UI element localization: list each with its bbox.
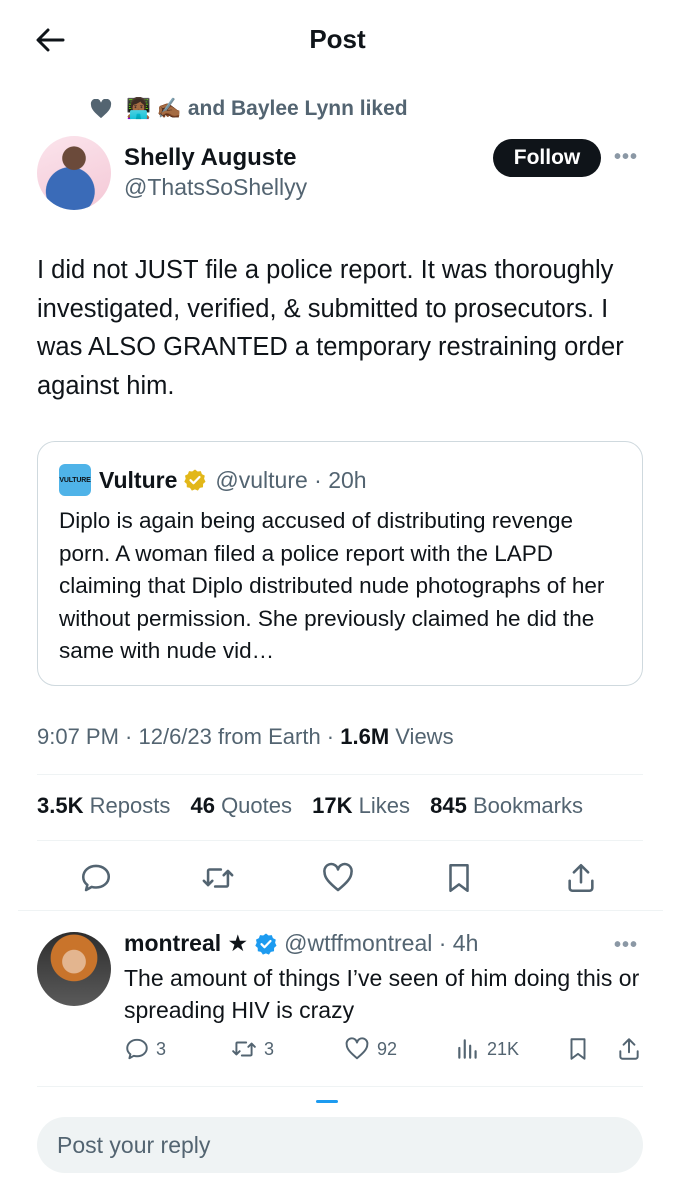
- reply-views-button[interactable]: 21K: [455, 1036, 519, 1062]
- more-options-icon[interactable]: •••: [614, 146, 638, 169]
- repost-icon: [202, 868, 234, 888]
- reply-author-handle[interactable]: @wtffmontreal · 4h: [284, 930, 478, 957]
- scroll-indicator: [316, 1100, 338, 1103]
- views-count: 21K: [487, 1038, 520, 1059]
- divider: [37, 774, 643, 775]
- technologist-emoji: 👩🏾‍💻: [126, 98, 151, 120]
- bookmark-button[interactable]: [439, 858, 479, 898]
- post-actions: [0, 858, 675, 898]
- reply-text: The amount of things I’ve seen of him do…: [124, 965, 640, 1023]
- reply-icon: [81, 864, 111, 892]
- repost-icon: [232, 1041, 256, 1057]
- reply-repost-button[interactable]: 3: [230, 1036, 274, 1062]
- author-avatar[interactable]: [37, 136, 111, 210]
- bookmark-icon: [570, 1038, 586, 1060]
- post-timestamp[interactable]: 9:07 PM · 12/6/23 from Earth ·: [37, 724, 340, 749]
- views-label: Views: [389, 724, 454, 749]
- top-bar: Post: [0, 0, 675, 80]
- social-context-text: and Baylee Lynn liked: [187, 97, 408, 120]
- quoted-author-handle: @vulture · 20h: [215, 466, 367, 493]
- divider: [18, 910, 663, 911]
- heart-icon: [90, 99, 112, 119]
- divider: [37, 840, 643, 841]
- post-stats: 3.5K Reposts 46 Quotes 17K Likes 845 Boo…: [37, 793, 597, 819]
- share-icon: [568, 863, 594, 893]
- likes-stat[interactable]: 17K Likes: [312, 793, 410, 818]
- reply-author-avatar[interactable]: [37, 932, 111, 1006]
- repost-count: 3: [264, 1038, 275, 1059]
- share-icon: [619, 1038, 639, 1060]
- page-title: Post: [309, 24, 366, 54]
- author-handle[interactable]: @ThatsSoShellyy: [124, 174, 307, 201]
- verified-gold-badge-icon: [183, 468, 207, 492]
- reply-share-button[interactable]: [616, 1036, 648, 1062]
- writing-hand-emoji: ✍🏾: [156, 98, 182, 120]
- share-button[interactable]: [561, 858, 601, 898]
- divider: [37, 1086, 643, 1087]
- like-count: 92: [377, 1038, 398, 1059]
- reply-bookmark-button[interactable]: [565, 1036, 597, 1062]
- reply-like-button[interactable]: 92: [343, 1036, 397, 1062]
- reply-actions: 3 3 92 21K: [0, 1036, 675, 1066]
- views-count: 1.6M: [340, 724, 390, 749]
- quoted-post-header: VULTURE Vulture @vulture · 20h: [59, 464, 367, 496]
- quoted-post-text: Diplo is again being accused of distribu…: [59, 508, 605, 663]
- bookmark-icon: [449, 863, 469, 893]
- reply-button[interactable]: [76, 858, 116, 898]
- reply-composer-input[interactable]: Post your reply: [37, 1117, 643, 1173]
- reply-header: montreal ★ @wtffmontreal · 4h: [124, 930, 478, 957]
- reposts-stat[interactable]: 3.5K Reposts: [37, 793, 170, 818]
- heart-outline-icon: [323, 862, 353, 892]
- repost-button[interactable]: [198, 858, 238, 898]
- like-button[interactable]: [318, 858, 358, 898]
- quoted-author-name: Vulture: [99, 466, 178, 493]
- post-meta: 9:07 PM · 12/6/23 from Earth · 1.6M View…: [37, 724, 454, 750]
- vulture-logo: VULTURE: [59, 464, 91, 496]
- reply-reply-button[interactable]: 3: [124, 1036, 166, 1062]
- author-name[interactable]: Shelly Auguste: [124, 144, 296, 172]
- reply-count: 3: [156, 1038, 167, 1059]
- reply-icon: [126, 1038, 148, 1060]
- quoted-post[interactable]: VULTURE Vulture @vulture · 20h Diplo is …: [37, 441, 643, 686]
- reply-author-name[interactable]: montreal ★: [124, 930, 248, 957]
- analytics-icon: [458, 1039, 477, 1059]
- follow-button[interactable]: Follow: [493, 139, 601, 177]
- reply-more-options-icon[interactable]: •••: [614, 934, 638, 957]
- quotes-stat[interactable]: 46 Quotes: [190, 793, 292, 818]
- social-context[interactable]: 👩🏾‍💻 ✍🏾 and Baylee Lynn liked: [90, 94, 408, 124]
- verified-badge-icon: [254, 932, 278, 956]
- post-text: I did not JUST file a police report. It …: [37, 256, 624, 400]
- bookmarks-stat[interactable]: 845 Bookmarks: [430, 793, 583, 818]
- heart-outline-icon: [345, 1037, 369, 1060]
